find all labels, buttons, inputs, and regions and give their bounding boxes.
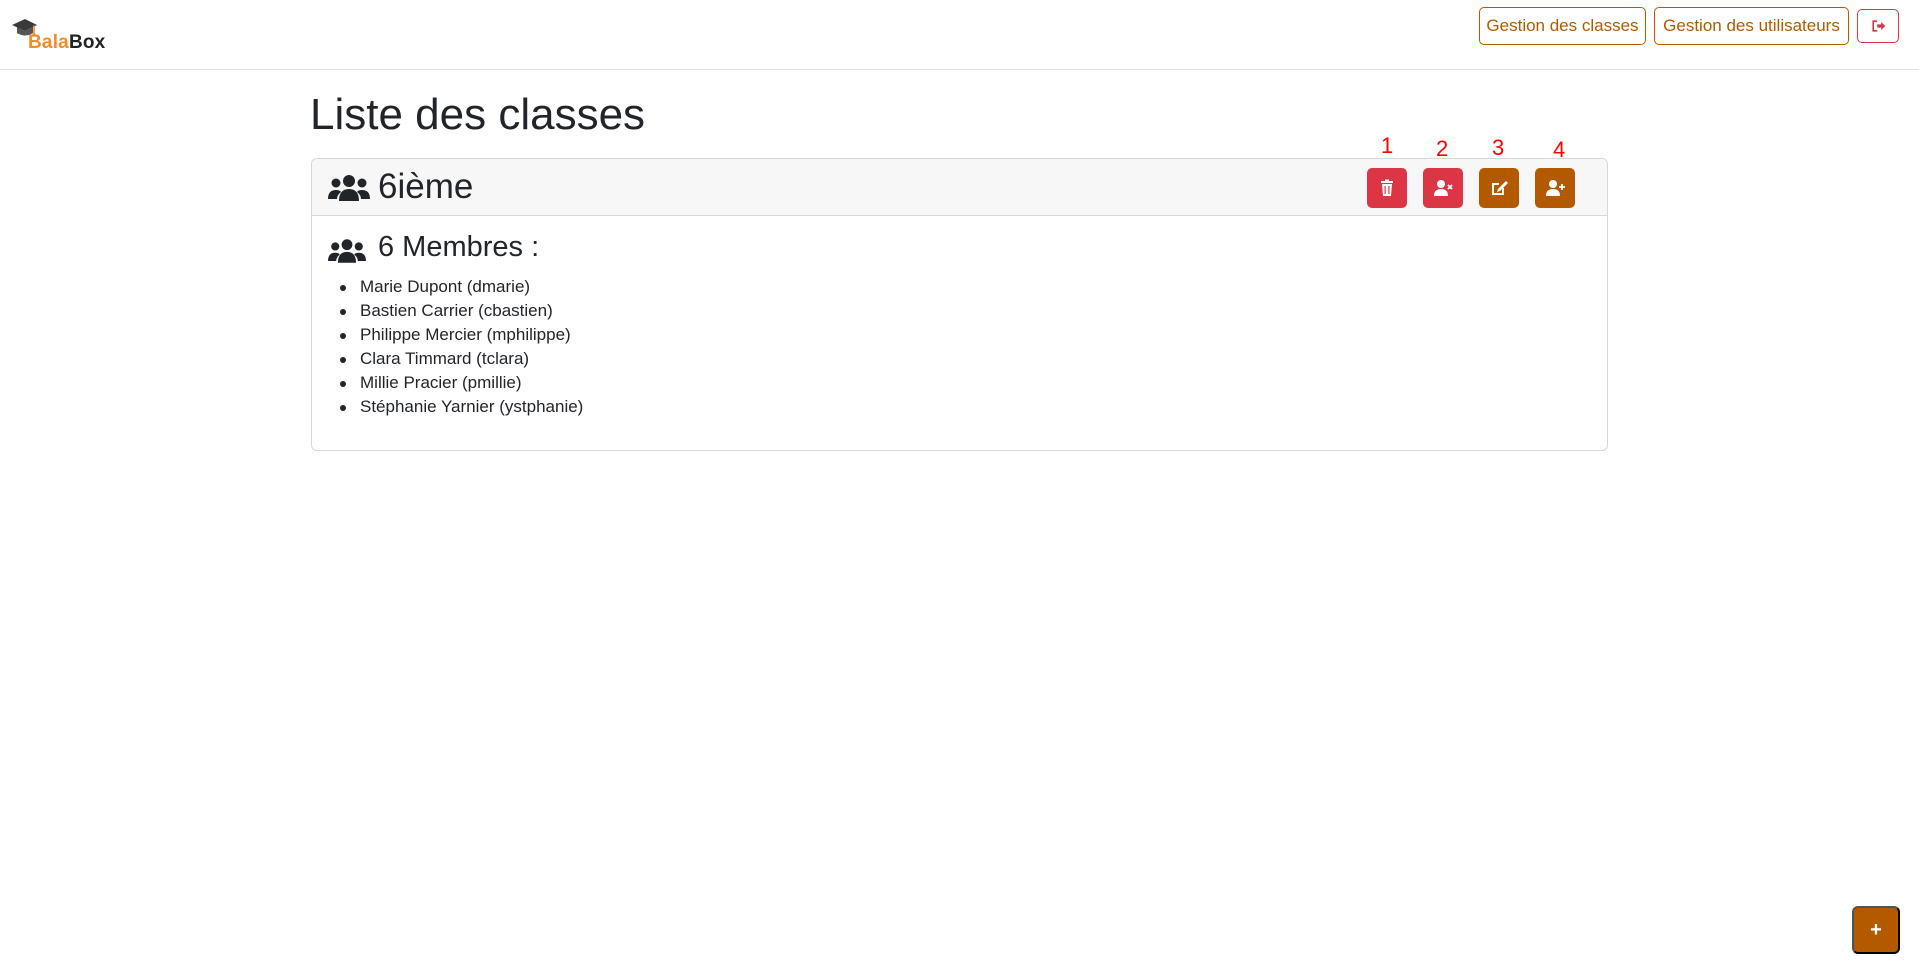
list-item: Philippe Mercier (mphilippe) (339, 323, 583, 347)
list-item: Bastien Carrier (cbastien) (339, 299, 583, 323)
remove-member-button[interactable] (1423, 168, 1463, 208)
sign-out-icon (1872, 20, 1886, 32)
brand-name: BalaBox (28, 32, 105, 54)
annotation-number-4: 4 (1553, 137, 1566, 162)
class-card: 6ième 6 Membres: Marie Dupont (dmarie) … (311, 158, 1608, 451)
add-class-button[interactable]: + (1852, 906, 1900, 954)
member-list: Marie Dupont (dmarie) Bastien Carrier (c… (339, 275, 583, 419)
user-remove-icon (1434, 180, 1453, 196)
delete-class-button[interactable] (1367, 168, 1407, 208)
top-navbar: BalaBox Gestion des classes Gestion des … (0, 0, 1919, 70)
page-title: Liste des classes (310, 90, 646, 139)
manage-classes-button[interactable]: Gestion des classes (1479, 7, 1646, 45)
trash-icon (1381, 179, 1393, 196)
edit-icon (1492, 181, 1508, 195)
annotation-number-3: 3 (1492, 135, 1505, 160)
annotation-number-1: 1 (1381, 133, 1394, 158)
class-card-header: 6ième (312, 159, 1607, 216)
brand-name-second: Box (68, 32, 106, 53)
list-item: Stéphanie Yarnier (ystphanie) (339, 395, 583, 419)
users-icon (328, 175, 370, 201)
user-add-icon (1546, 180, 1565, 196)
brand-name-first: Bala (28, 32, 69, 53)
edit-class-button[interactable] (1479, 168, 1519, 208)
list-item: Millie Pracier (pmillie) (339, 371, 583, 395)
manage-users-button[interactable]: Gestion des utilisateurs (1654, 7, 1849, 45)
list-item: Marie Dupont (dmarie) (339, 275, 583, 299)
members-title: 6 Membres : (378, 231, 540, 263)
add-member-button[interactable] (1535, 168, 1575, 208)
class-name: 6ième (378, 167, 474, 206)
logout-button[interactable] (1857, 9, 1899, 43)
annotation-number-2: 2 (1436, 136, 1449, 161)
members-users-icon (328, 239, 366, 263)
list-item: Clara Timmard (tclara) (339, 347, 583, 371)
